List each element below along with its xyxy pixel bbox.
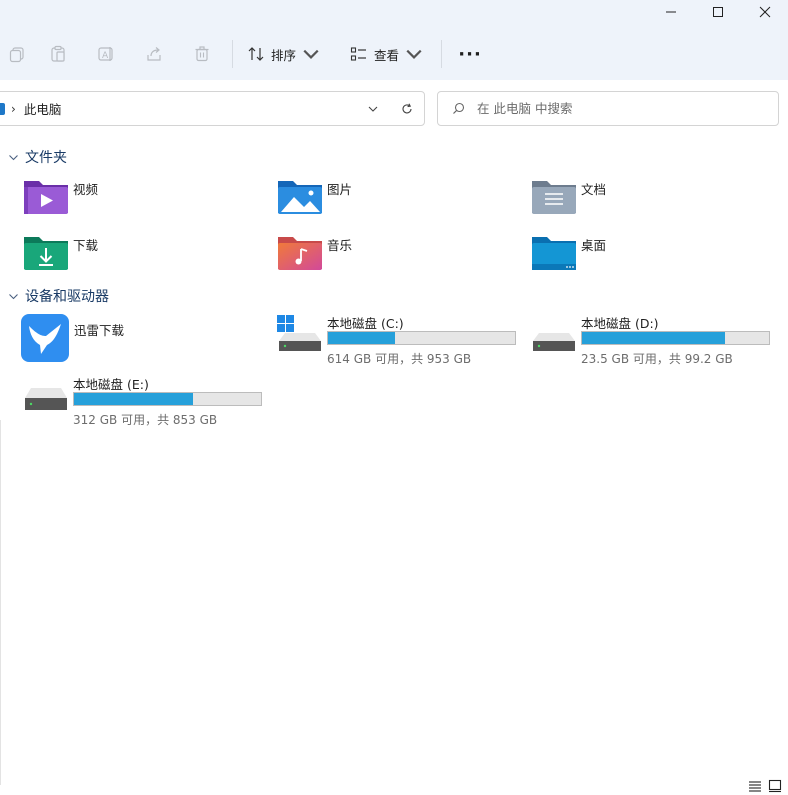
- drive-usage-fill: [328, 332, 395, 344]
- drive-space: 312 GB 可用，共 853 GB: [73, 413, 218, 427]
- window-controls: [647, 0, 788, 24]
- search-input[interactable]: [477, 101, 778, 116]
- view-button[interactable]: 查看: [342, 36, 431, 72]
- desktop-folder-icon: [532, 237, 576, 270]
- chevron-down-icon: [9, 154, 18, 160]
- view-toggles: [748, 779, 782, 793]
- group-header-devices[interactable]: 设备和驱动器: [8, 286, 109, 306]
- drive-d[interactable]: 本地磁盘 (D:) 23.5 GB 可用，共 99.2 GB: [531, 313, 770, 367]
- chevron-down-icon: [303, 49, 319, 59]
- tiles-view-icon[interactable]: [768, 779, 782, 793]
- svg-text:A: A: [102, 51, 109, 61]
- close-icon: [759, 6, 770, 18]
- delete-button[interactable]: [178, 36, 226, 72]
- copy-icon: [9, 47, 24, 63]
- app-xunlei[interactable]: 迅雷下载: [21, 314, 124, 362]
- view-label: 查看: [374, 47, 400, 63]
- drive-usage-bar: [327, 331, 516, 345]
- close-button[interactable]: [741, 0, 788, 24]
- title-bar: A 排序 查看 ···: [0, 0, 788, 80]
- folder-label: 文档: [581, 182, 607, 197]
- documents-folder-icon: [532, 181, 576, 214]
- address-dropdown-button[interactable]: [356, 94, 390, 124]
- chevron-down-icon: [9, 293, 18, 299]
- more-options-button[interactable]: ···: [448, 36, 492, 72]
- hard-drive-icon: [25, 388, 67, 410]
- address-bar[interactable]: › 此电脑: [0, 91, 425, 126]
- folder-pictures[interactable]: 图片: [277, 177, 352, 215]
- drive-usage-fill: [582, 332, 725, 344]
- drive-usage-bar: [73, 392, 262, 406]
- folder-videos[interactable]: 视频: [23, 177, 98, 215]
- paste-button[interactable]: [34, 36, 82, 72]
- group-header-folders[interactable]: 文件夹: [8, 147, 67, 167]
- toolbar-separator: [232, 40, 233, 68]
- rename-button[interactable]: A: [82, 36, 130, 72]
- search-icon: [453, 102, 465, 114]
- drive-info: 本地磁盘 (E:) 312 GB 可用，共 853 GB: [73, 374, 262, 428]
- trash-icon: [195, 46, 209, 62]
- details-view-icon[interactable]: [748, 779, 762, 793]
- breadcrumb-chevron-icon[interactable]: ›: [11, 102, 16, 116]
- command-bar: A 排序 查看 ···: [0, 36, 788, 72]
- toolbar-separator: [441, 40, 443, 68]
- share-button[interactable]: [130, 36, 178, 72]
- refresh-icon: [402, 103, 412, 113]
- downloads-folder-icon: [24, 237, 68, 270]
- sort-icon: [248, 47, 264, 61]
- drive-space: 23.5 GB 可用，共 99.2 GB: [581, 352, 733, 366]
- videos-folder-icon: [24, 181, 68, 214]
- group-title: 文件夹: [25, 150, 67, 166]
- breadcrumb-this-pc[interactable]: 此电脑: [24, 99, 356, 118]
- view-icon: [350, 47, 367, 61]
- minimize-icon: [665, 11, 676, 13]
- folder-label: 下载: [73, 238, 99, 253]
- folder-music[interactable]: 音乐: [277, 233, 352, 271]
- drive-space: 614 GB 可用，共 953 GB: [327, 352, 472, 366]
- more-icon: ···: [458, 43, 482, 65]
- pane-divider: [0, 420, 1, 785]
- search-box[interactable]: [437, 91, 779, 126]
- folder-label: 桌面: [581, 238, 607, 253]
- windows-drive-icon: [277, 315, 321, 351]
- chevron-down-icon: [406, 49, 422, 59]
- folder-label: 视频: [73, 182, 99, 197]
- this-pc-icon: [0, 102, 5, 115]
- music-folder-icon: [278, 237, 322, 270]
- maximize-icon: [712, 7, 723, 17]
- refresh-button[interactable]: [390, 94, 424, 124]
- pictures-folder-icon: [278, 181, 322, 214]
- drive-c[interactable]: 本地磁盘 (C:) 614 GB 可用，共 953 GB: [277, 313, 516, 367]
- drive-name: 本地磁盘 (E:): [73, 377, 149, 392]
- folder-label: 音乐: [327, 238, 353, 253]
- drive-usage-bar: [581, 331, 770, 345]
- maximize-button[interactable]: [694, 0, 741, 24]
- sort-label: 排序: [271, 47, 297, 63]
- drive-name: 本地磁盘 (C:): [327, 316, 404, 331]
- copy-button[interactable]: [0, 36, 34, 72]
- drive-e[interactable]: 本地磁盘 (E:) 312 GB 可用，共 853 GB: [23, 374, 262, 428]
- xunlei-app-icon: [21, 314, 69, 362]
- folder-label: 图片: [327, 182, 353, 197]
- group-title: 设备和驱动器: [25, 289, 109, 305]
- folder-desktop[interactable]: 桌面: [531, 233, 606, 271]
- folder-documents[interactable]: 文档: [531, 177, 606, 215]
- drive-usage-fill: [74, 393, 193, 405]
- folder-downloads[interactable]: 下载: [23, 233, 98, 271]
- chevron-down-icon: [368, 106, 378, 112]
- drive-name: 本地磁盘 (D:): [581, 316, 659, 331]
- rename-icon: A: [98, 47, 113, 61]
- minimize-button[interactable]: [647, 0, 694, 24]
- drive-info: 本地磁盘 (C:) 614 GB 可用，共 953 GB: [327, 313, 516, 367]
- paste-icon: [51, 45, 65, 62]
- app-label: 迅雷下载: [74, 323, 125, 338]
- sort-button[interactable]: 排序: [239, 36, 328, 72]
- drive-info: 本地磁盘 (D:) 23.5 GB 可用，共 99.2 GB: [581, 313, 770, 367]
- hard-drive-icon: [533, 333, 575, 351]
- share-icon: [147, 47, 161, 61]
